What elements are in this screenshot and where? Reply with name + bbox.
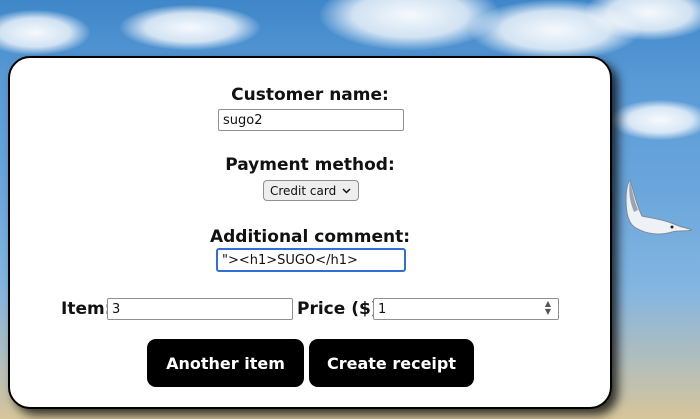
additional-comment-label: Additional comment: <box>209 227 410 247</box>
price-input[interactable] <box>373 298 559 320</box>
additional-comment-input[interactable] <box>216 248 406 272</box>
seagull-image <box>625 178 692 235</box>
background-cloud <box>120 5 260 50</box>
payment-method-select[interactable]: Credit card <box>263 180 359 201</box>
payment-method-value: Credit card <box>270 183 337 198</box>
chevron-down-icon <box>342 187 351 194</box>
price-field: ▲ ▼ <box>373 298 559 320</box>
receipt-form-card: Customer name: Payment method: Credit ca… <box>8 56 612 409</box>
background-cloud <box>610 100 700 140</box>
customer-name-input[interactable] <box>218 109 404 131</box>
stepper-down-icon[interactable]: ▼ <box>545 308 551 316</box>
customer-name-label: Customer name: <box>231 85 389 105</box>
item-label: Item: <box>61 299 112 319</box>
price-stepper[interactable]: ▲ ▼ <box>541 300 555 316</box>
payment-method-label: Payment method: <box>225 155 395 175</box>
create-receipt-button[interactable]: Create receipt <box>309 339 474 387</box>
item-input[interactable] <box>107 298 293 320</box>
another-item-button[interactable]: Another item <box>147 339 304 387</box>
background-cloud <box>0 10 90 55</box>
